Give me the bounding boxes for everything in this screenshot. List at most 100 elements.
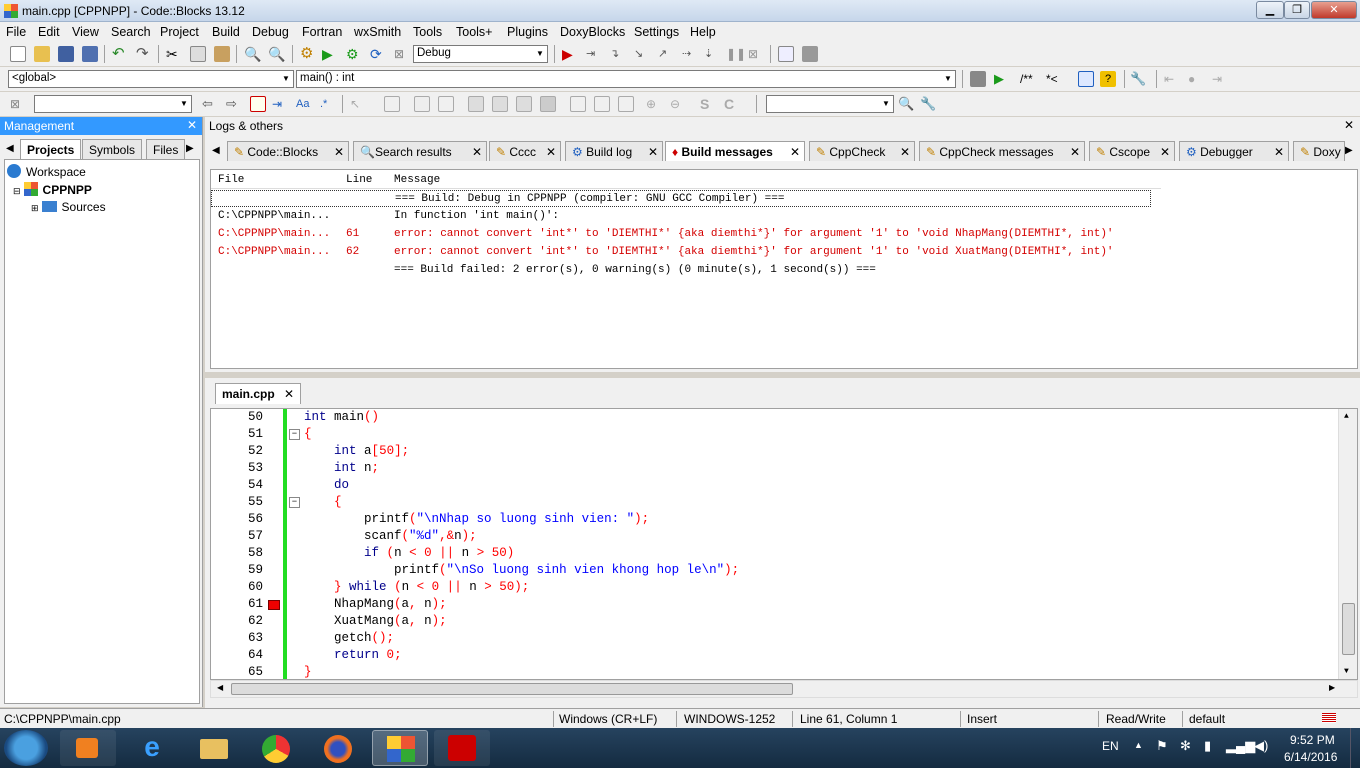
codeblocks-taskbar-icon[interactable]: [372, 730, 428, 766]
close-button[interactable]: ✕: [1311, 1, 1357, 19]
highlight-icon[interactable]: [250, 96, 266, 112]
redo-icon[interactable]: ↷: [136, 46, 152, 62]
selection-only-icon[interactable]: ⇥: [272, 96, 288, 112]
panel-icon[interactable]: [384, 96, 400, 112]
fill-icon[interactable]: [540, 96, 556, 112]
new-file-icon[interactable]: [10, 46, 26, 62]
network-icon[interactable]: ▂▄▆: [1226, 738, 1255, 754]
close-icon[interactable]: ✕: [334, 145, 344, 159]
tree-sources[interactable]: ⊞ Sources: [31, 200, 106, 214]
scroll-down-icon[interactable]: ▼: [1344, 667, 1349, 676]
prev-bookmark-icon[interactable]: ⇤: [1164, 71, 1180, 87]
border-icon[interactable]: [594, 96, 610, 112]
c-icon[interactable]: C: [724, 96, 740, 112]
media-player-icon[interactable]: [60, 730, 116, 766]
tab-cppcheck[interactable]: ✎ CppCheck ✕: [809, 141, 915, 161]
debug-start-icon[interactable]: ▶: [562, 46, 578, 62]
table-row[interactable]: C:\CPPNPP\main... 61 error: cannot convert…: [211, 226, 1357, 243]
box-icon[interactable]: [516, 96, 532, 112]
column-message[interactable]: Message: [394, 174, 440, 186]
menu-project[interactable]: Project: [160, 25, 199, 39]
close-icon[interactable]: ✕: [546, 145, 556, 159]
function-select[interactable]: main() : int ▼: [296, 70, 956, 88]
menu-view[interactable]: View: [72, 25, 99, 39]
menu-search[interactable]: Search: [111, 25, 151, 39]
debug-info-icon[interactable]: [802, 46, 818, 62]
tree-workspace[interactable]: Workspace: [7, 164, 86, 179]
abort-icon[interactable]: ⊠: [394, 46, 410, 62]
tab-debugger[interactable]: ⚙ Debugger ✕: [1179, 141, 1289, 161]
code-line[interactable]: 56 printf("\nNhap so luong sinh vien: ")…: [211, 512, 1336, 529]
doxy-wizard-icon[interactable]: [970, 71, 986, 87]
code-line[interactable]: 58 if (n < 0 || n > 50): [211, 546, 1336, 563]
table-row[interactable]: C:\CPPNPP\main... 62 error: cannot convert…: [211, 244, 1357, 261]
tab-symbols[interactable]: Symbols: [82, 139, 143, 159]
code-line[interactable]: 51 −{: [211, 427, 1336, 444]
tab-cscope[interactable]: ✎ Cscope ✕: [1089, 141, 1175, 161]
tab-scroll-left-icon[interactable]: ◀: [6, 143, 14, 154]
start-button[interactable]: [4, 730, 48, 766]
build-run-icon[interactable]: ⚙: [346, 46, 362, 62]
close-icon[interactable]: ✕: [1070, 145, 1080, 159]
next-bookmark-icon[interactable]: ⇥: [1212, 71, 1228, 87]
doxy-extract-icon[interactable]: ▶: [994, 71, 1010, 87]
error-marker-icon[interactable]: [268, 600, 280, 610]
language-indicator[interactable]: EN: [1102, 739, 1119, 753]
close-icon[interactable]: ✕: [187, 118, 197, 132]
stop-debug-icon[interactable]: ⊠: [748, 46, 764, 62]
save-all-icon[interactable]: [82, 46, 98, 62]
code-line[interactable]: 52 int a[50];: [211, 444, 1336, 461]
vertical-scrollbar[interactable]: ▲ ▼: [1338, 409, 1357, 679]
tab-build-log[interactable]: ⚙ Build log ✕: [565, 141, 663, 161]
code-line[interactable]: 55 − {: [211, 495, 1336, 512]
close-icon[interactable]: ✕: [1274, 145, 1284, 159]
tree-project[interactable]: ⊟ CPPNPP: [13, 182, 92, 197]
maximize-button[interactable]: ❐: [1284, 1, 1310, 19]
regex-icon[interactable]: .*: [320, 96, 336, 112]
file-explorer-icon[interactable]: [186, 730, 242, 766]
paste-icon[interactable]: [214, 46, 230, 62]
column-line[interactable]: Line: [346, 174, 372, 186]
step-instruction-icon[interactable]: ⇣: [704, 46, 720, 62]
scroll-left-icon[interactable]: ◀: [217, 683, 223, 692]
cut-icon[interactable]: ✂: [166, 46, 182, 62]
table-row[interactable]: === Build failed: 2 error(s), 0 warning(…: [211, 262, 1357, 279]
open-folder-icon[interactable]: [34, 46, 50, 62]
code-line[interactable]: 61 NhapMang(a, n);: [211, 597, 1336, 614]
expand-icon[interactable]: [618, 96, 634, 112]
undo-icon[interactable]: ↶: [112, 46, 128, 62]
scroll-thumb[interactable]: [1342, 603, 1355, 655]
menu-plugins[interactable]: Plugins: [507, 25, 548, 39]
run-icon[interactable]: ▶: [322, 46, 338, 62]
menu-help[interactable]: Help: [690, 25, 716, 39]
column-file[interactable]: File: [218, 174, 244, 186]
search-next-icon[interactable]: ⇨: [226, 96, 242, 112]
menu-doxyblocks[interactable]: DoxyBlocks: [560, 25, 625, 39]
code-line[interactable]: 65}: [211, 665, 1336, 679]
clear-search-icon[interactable]: ⊠: [10, 96, 26, 112]
table-row[interactable]: C:\CPPNPP\main... In function 'int main()…: [211, 208, 1357, 225]
close-icon[interactable]: ✕: [900, 145, 910, 159]
close-icon[interactable]: ✕: [1160, 145, 1170, 159]
code-line[interactable]: 53 int n;: [211, 461, 1336, 478]
debug-windows-icon[interactable]: [778, 46, 794, 62]
step-out-icon[interactable]: ↗: [658, 46, 674, 62]
code-line[interactable]: 60 } while (n < 0 || n > 50);: [211, 580, 1336, 597]
code-line[interactable]: 57 scanf("%d",&n);: [211, 529, 1336, 546]
clock-time[interactable]: 9:52 PM: [1290, 733, 1335, 747]
battery-icon[interactable]: ▮: [1204, 738, 1211, 754]
fold-toggle-icon[interactable]: −: [289, 429, 300, 440]
tab-build-messages[interactable]: ♦ Build messages ✕: [665, 141, 805, 161]
build-gear-icon[interactable]: ⚙: [300, 46, 316, 62]
fold-toggle-icon[interactable]: −: [289, 497, 300, 508]
table-row[interactable]: === Build: Debug in CPPNPP (compiler: GN…: [211, 190, 1151, 207]
close-icon[interactable]: ✕: [790, 145, 800, 159]
acrobat-icon[interactable]: [434, 730, 490, 766]
settings-wrench-icon[interactable]: 🔧: [920, 96, 936, 112]
close-icon[interactable]: ✕: [284, 387, 294, 401]
code-line[interactable]: 54 do: [211, 478, 1336, 495]
menu-file[interactable]: File: [6, 25, 26, 39]
code-line[interactable]: 59 printf("\nSo luong sinh vien khong ho…: [211, 563, 1336, 580]
tab-cccc[interactable]: ✎ Cccc ✕: [489, 141, 561, 161]
find-symbol-icon[interactable]: 🔍: [898, 96, 914, 112]
